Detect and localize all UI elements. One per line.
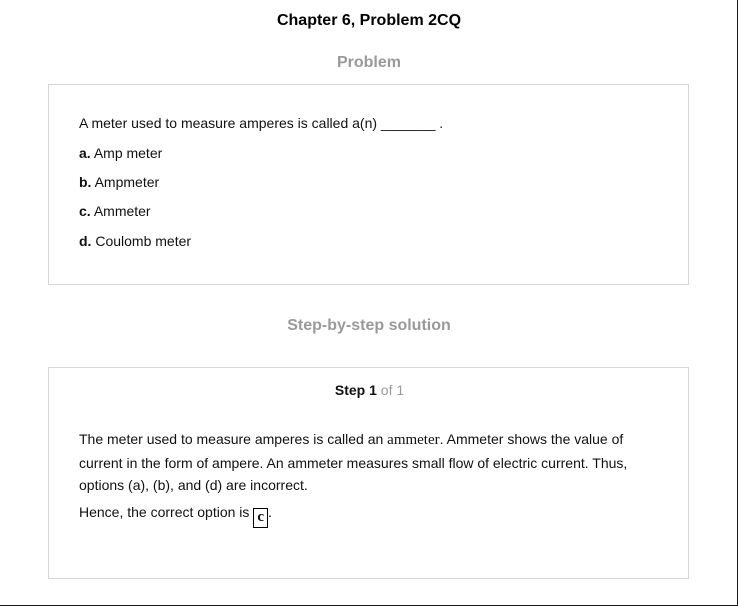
problem-heading: Problem <box>336 54 401 71</box>
option-a: a. Amp meter <box>79 145 162 161</box>
option-d: d. Coulomb meter <box>79 233 191 249</box>
option-text: Coulomb meter <box>95 233 192 249</box>
explanation-before: The meter used to measure amperes is cal… <box>79 431 388 447</box>
problem-card: A meter used to measure amperes is calle… <box>48 84 689 285</box>
step-number: 1 <box>369 382 377 398</box>
problem-question: A meter used to measure amperes is calle… <box>79 115 444 131</box>
solution-conclusion: Hence, the correct option is c. <box>79 504 272 528</box>
conclusion-period: . <box>267 504 272 520</box>
step-total: of 1 <box>380 382 405 398</box>
option-text: Amp meter <box>93 145 163 161</box>
step-indicator: Step 1 of 1 <box>49 382 690 398</box>
option-letter: a. <box>79 145 91 161</box>
option-c: c. Ammeter <box>79 203 151 219</box>
solution-explanation: The meter used to measure amperes is cal… <box>79 428 659 497</box>
option-letter: d. <box>79 233 92 249</box>
option-b: b. Ampmeter <box>79 174 159 190</box>
math-term: ammeter <box>387 432 440 448</box>
chapter-title: Chapter 6, Problem 2CQ <box>276 12 462 29</box>
option-text: Ampmeter <box>94 174 160 190</box>
solution-heading: Step-by-step solution <box>287 317 451 334</box>
option-letter: b. <box>79 174 92 190</box>
step-word: Step <box>334 382 366 398</box>
option-text: Ammeter <box>93 203 151 219</box>
answer-box: c <box>253 508 268 528</box>
option-letter: c. <box>79 203 91 219</box>
conclusion-text: Hence, the correct option is <box>79 504 254 520</box>
solution-card: Step 1 of 1 The meter used to measure am… <box>48 367 689 579</box>
